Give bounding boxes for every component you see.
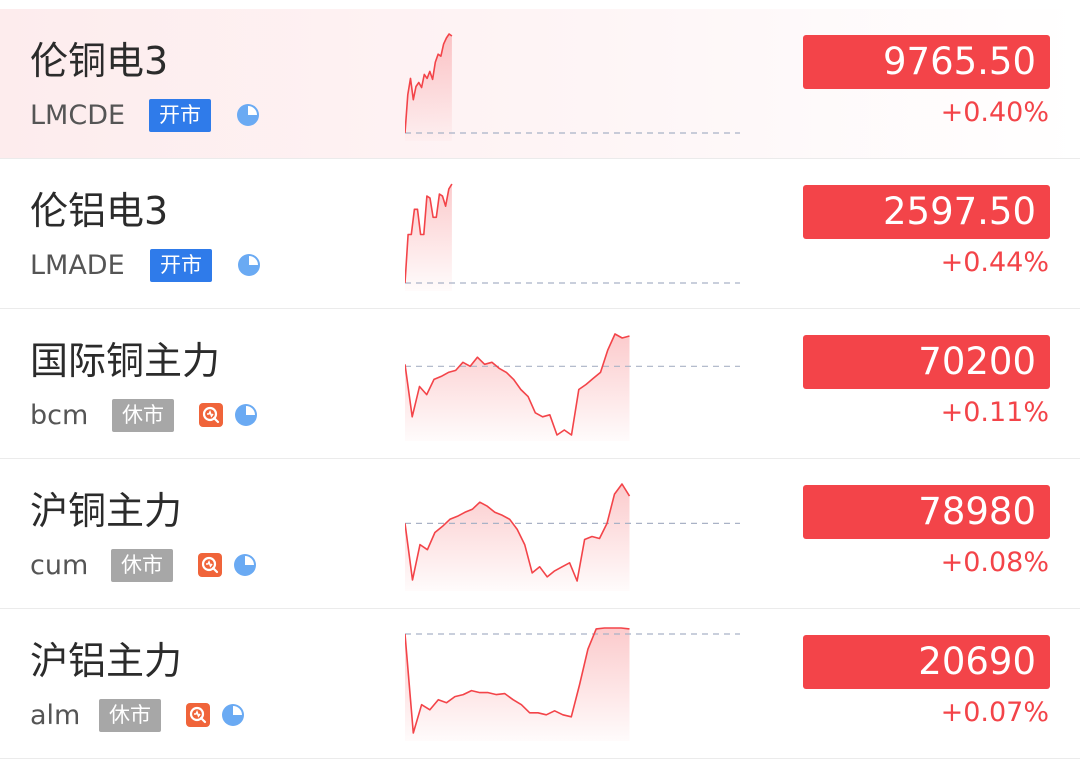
percent-change: +0.40%: [940, 97, 1049, 128]
last-price: 9765.50: [803, 35, 1050, 89]
intraday-sparkline: [405, 33, 740, 141]
last-price: 2597.50: [803, 185, 1050, 239]
sparkline-area: [405, 184, 452, 291]
instrument-name: 国际铜主力: [30, 339, 221, 383]
quote-row-lmade[interactable]: 伦铝电3 LMADE 开市 2597.50 +0.44%: [0, 159, 1080, 309]
pie-clock-icon[interactable]: [236, 103, 260, 127]
quote-row-lmcde[interactable]: 伦铜电3 LMCDE 开市 9765.50 +0.40%: [0, 9, 1080, 159]
intraday-sparkline: [405, 483, 740, 591]
market-status-badge: 休市: [112, 399, 174, 432]
percent-change: +0.44%: [940, 247, 1049, 278]
instrument-code: LMADE: [30, 250, 125, 281]
instrument-code: cum: [30, 550, 89, 581]
percent-change: +0.11%: [940, 397, 1049, 428]
sparkline-area: [405, 628, 630, 741]
market-status-badge: 开市: [149, 99, 211, 132]
market-status-badge: 开市: [150, 249, 212, 282]
percent-change: +0.08%: [940, 547, 1049, 578]
alert-icon[interactable]: [199, 403, 223, 427]
instrument-code: bcm: [30, 400, 89, 431]
instrument-name: 沪铝主力: [30, 639, 183, 683]
market-status-badge: 休市: [111, 549, 173, 582]
alert-icon[interactable]: [186, 703, 210, 727]
market-status-badge: 休市: [99, 699, 161, 732]
last-price: 78980: [803, 485, 1050, 539]
instrument-code: alm: [30, 700, 81, 731]
quote-row-alm[interactable]: 沪铝主力 alm 休市 20690 +0.07%: [0, 609, 1080, 759]
instrument-name: 沪铜主力: [30, 489, 183, 533]
intraday-sparkline: [405, 627, 740, 741]
instrument-name: 伦铝电3: [30, 189, 169, 233]
pie-clock-icon[interactable]: [233, 553, 257, 577]
quote-row-bcm[interactable]: 国际铜主力 bcm 休市 70200 +0.11%: [0, 309, 1080, 459]
alert-icon[interactable]: [198, 553, 222, 577]
intraday-sparkline: [405, 183, 740, 291]
quote-row-cum[interactable]: 沪铜主力 cum 休市 78980 +0.08%: [0, 459, 1080, 609]
instrument-code: LMCDE: [30, 100, 126, 131]
pie-clock-icon[interactable]: [221, 703, 245, 727]
last-price: 70200: [803, 335, 1050, 389]
pie-clock-icon[interactable]: [237, 253, 261, 277]
instrument-name: 伦铜电3: [30, 39, 169, 83]
last-price: 20690: [803, 635, 1050, 689]
futures-quote-list: 伦铜电3 LMCDE 开市 9765.50 +0.40% 伦铝电3 LMADE …: [0, 0, 1080, 776]
intraday-sparkline: [405, 333, 740, 441]
pie-clock-icon[interactable]: [234, 403, 258, 427]
sparkline-area: [405, 334, 630, 441]
percent-change: +0.07%: [940, 697, 1049, 728]
